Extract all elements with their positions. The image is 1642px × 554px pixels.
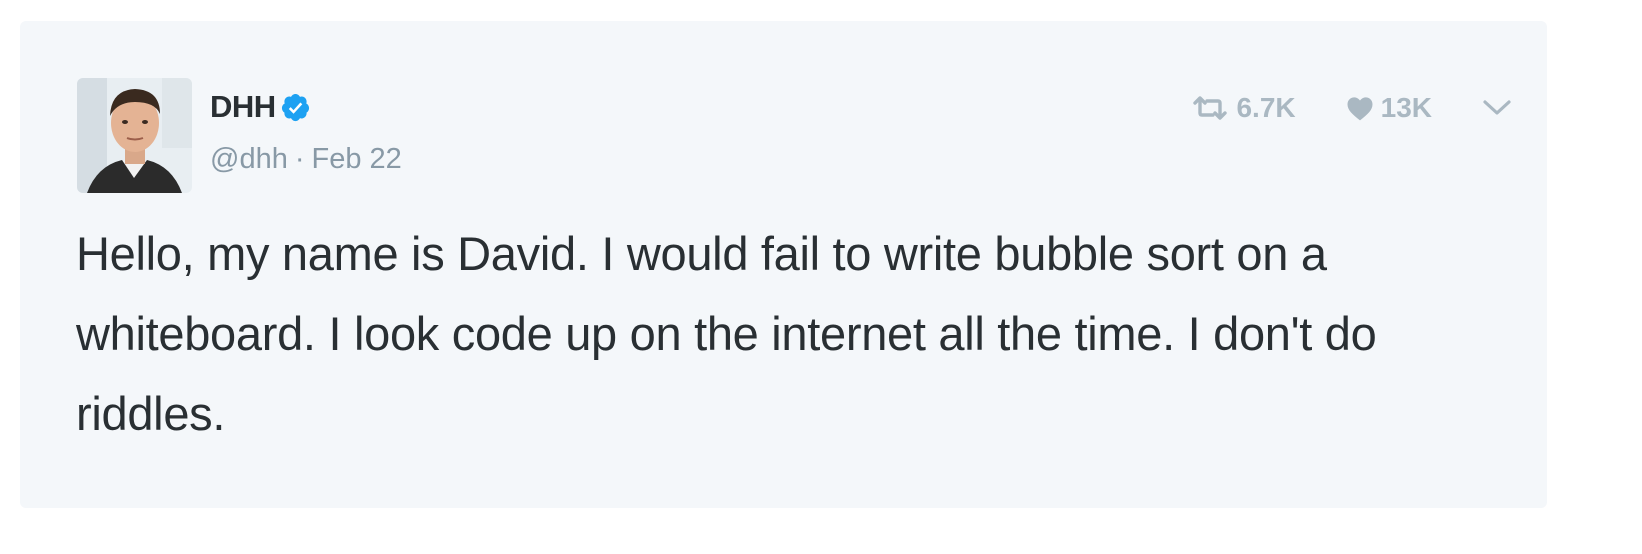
retweet-button[interactable]: 6.7K [1191, 92, 1296, 124]
more-options-button[interactable] [1482, 99, 1512, 117]
tweet-date[interactable]: Feb 22 [312, 143, 402, 176]
retweet-count: 6.7K [1236, 92, 1296, 123]
retweet-icon [1191, 96, 1229, 120]
handle[interactable]: @dhh [210, 143, 288, 176]
display-name[interactable]: DHH [210, 89, 276, 125]
chevron-down-icon [1482, 99, 1512, 117]
verified-badge-icon [280, 92, 311, 123]
avatar-image [77, 78, 192, 193]
author-name-row: DHH [210, 87, 311, 127]
avatar[interactable] [77, 78, 192, 193]
like-button[interactable]: 13K [1346, 92, 1432, 124]
meta-separator: · [294, 142, 305, 175]
tweet-actions: 6.7K 13K [1191, 87, 1512, 129]
tweet-card: DHH @dhh · Feb 22 6.7K 13K Hello, my nam… [20, 21, 1547, 508]
tweet-text: Hello, my name is David. I would fail to… [76, 227, 1377, 440]
tweet-meta: @dhh · Feb 22 [210, 141, 402, 177]
like-count: 13K [1380, 92, 1432, 123]
heart-icon [1346, 96, 1374, 121]
